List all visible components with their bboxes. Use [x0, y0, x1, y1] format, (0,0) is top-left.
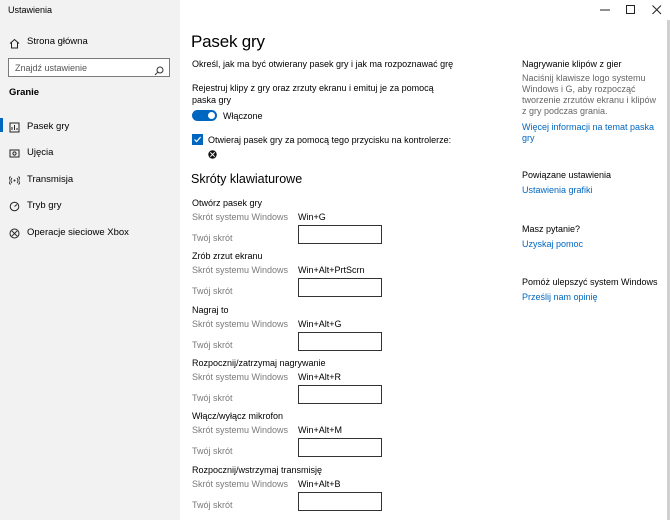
home-label: Strona główna — [27, 36, 88, 47]
sidebar: Strona główna Znajdź ustawienie Granie P… — [0, 0, 180, 520]
sidebar-item-label: Ujęcia — [27, 147, 54, 158]
sidebar-item-label: Tryb gry — [27, 200, 62, 211]
system-shortcut-value: Win+Alt+B — [298, 479, 341, 489]
your-shortcut-label: Twój skrót — [192, 446, 233, 456]
your-shortcut-label: Twój skrót — [192, 340, 233, 350]
shortcut-group: Rozpocznij/wstrzymaj transmisję Skrót sy… — [192, 465, 492, 517]
shortcut-group: Otwórz pasek gry Skrót systemu Windows W… — [192, 198, 492, 250]
record-info-panel: Nagrywanie klipów z gier Naciśnij klawis… — [522, 59, 662, 144]
sidebar-item-game-bar[interactable]: Pasek gry — [0, 117, 180, 135]
your-shortcut-label: Twój skrót — [192, 233, 233, 243]
system-shortcut-label: Skrót systemu Windows — [192, 319, 289, 329]
system-shortcut-label: Skrót systemu Windows — [192, 265, 289, 275]
system-shortcut-value: Win+Alt+G — [298, 319, 342, 329]
system-shortcut-value: Win+Alt+PrtScrn — [298, 265, 365, 275]
system-shortcut-label: Skrót systemu Windows — [192, 212, 289, 222]
game-bar-info-link[interactable]: Więcej informacji na temat paska gry — [522, 122, 662, 144]
your-shortcut-input[interactable] — [298, 278, 382, 297]
section-title: Granie — [9, 87, 40, 98]
related-settings-heading: Powiązane ustawienia — [522, 170, 612, 180]
sidebar-item-label: Pasek gry — [27, 121, 70, 132]
search-icon[interactable] — [154, 63, 164, 81]
page-title: Pasek gry — [191, 32, 265, 51]
shortcut-title: Zrób zrzut ekranu — [192, 251, 263, 261]
system-shortcut-value: Win+Alt+M — [298, 425, 343, 435]
related-settings-panel: Powiązane ustawienia Ustawienia grafiki — [522, 170, 662, 196]
game-bar-icon — [9, 120, 20, 138]
xbox-button-icon — [208, 146, 217, 164]
shortcut-group: Zrób zrzut ekranu Skrót systemu Windows … — [192, 251, 492, 303]
help-panel: Masz pytanie? Uzyskaj pomoc — [522, 224, 662, 250]
game-mode-icon — [9, 199, 20, 217]
shortcut-title: Włącz/wyłącz mikrofon — [192, 411, 284, 421]
graphics-settings-link[interactable]: Ustawienia grafiki — [522, 185, 662, 196]
shortcuts-heading: Skróty klawiaturowe — [191, 172, 303, 186]
sidebar-item-label: Operacje sieciowe Xbox — [27, 227, 129, 238]
shortcut-title: Nagraj to — [192, 305, 229, 315]
sidebar-item-game-mode[interactable]: Tryb gry — [0, 196, 180, 214]
search-input[interactable]: Znajdź ustawienie — [8, 58, 170, 77]
your-shortcut-input[interactable] — [298, 332, 382, 351]
broadcast-icon — [8, 173, 21, 191]
home-nav-item[interactable]: Strona główna — [0, 32, 180, 52]
shortcut-title: Rozpocznij/zatrzymaj nagrywanie — [192, 358, 326, 368]
system-shortcut-label: Skrót systemu Windows — [192, 425, 289, 435]
your-shortcut-label: Twój skrót — [192, 393, 233, 403]
page-description: Określ, jak ma być otwierany pasek gry i… — [192, 59, 454, 69]
feedback-link[interactable]: Prześlij nam opinię — [522, 292, 662, 303]
sidebar-item-label: Transmisja — [27, 174, 74, 185]
shortcut-title: Rozpocznij/wstrzymaj transmisję — [192, 465, 323, 475]
captures-icon — [9, 146, 20, 164]
feedback-panel: Pomóż ulepszyć system Windows Prześlij n… — [522, 277, 662, 303]
your-shortcut-input[interactable] — [298, 438, 382, 457]
your-shortcut-input[interactable] — [298, 385, 382, 404]
get-help-link[interactable]: Uzyskaj pomoc — [522, 239, 662, 250]
help-heading: Masz pytanie? — [522, 224, 581, 234]
your-shortcut-input[interactable] — [298, 225, 382, 244]
controller-checkbox-label: Otwieraj pasek gry za pomocą tego przyci… — [208, 135, 452, 145]
window-title: Ustawienia — [8, 5, 53, 15]
feedback-heading: Pomóż ulepszyć system Windows — [522, 277, 658, 287]
main-content: Pasek gry Określ, jak ma być otwierany p… — [180, 0, 670, 520]
system-shortcut-value: Win+G — [298, 212, 326, 222]
sidebar-item-captures[interactable]: Ujęcia — [0, 143, 180, 161]
shortcut-group: Nagraj to Skrót systemu Windows Win+Alt+… — [192, 305, 492, 357]
xbox-icon — [9, 226, 20, 244]
shortcut-group: Włącz/wyłącz mikrofon Skrót systemu Wind… — [192, 411, 492, 463]
record-toggle[interactable] — [192, 110, 217, 121]
home-icon — [9, 36, 20, 54]
your-shortcut-label: Twój skrót — [192, 286, 233, 296]
sidebar-item-broadcast[interactable]: Transmisja — [0, 170, 180, 188]
system-shortcut-value: Win+Alt+R — [298, 372, 342, 382]
toggle-state-label: Włączone — [223, 111, 263, 121]
your-shortcut-label: Twój skrót — [192, 500, 233, 510]
search-placeholder: Znajdź ustawienie — [15, 63, 88, 73]
shortcut-group: Rozpocznij/zatrzymaj nagrywanie Skrót sy… — [192, 358, 492, 410]
record-setting-label: Rejestruj klipy z gry oraz zrzuty ekranu… — [192, 83, 434, 105]
system-shortcut-label: Skrót systemu Windows — [192, 479, 289, 489]
record-info-text: Naciśnij klawisze logo systemu Windows i… — [522, 73, 657, 116]
record-info-heading: Nagrywanie klipów z gier — [522, 59, 622, 69]
controller-checkbox[interactable] — [192, 134, 203, 145]
your-shortcut-input[interactable] — [298, 492, 382, 511]
shortcut-title: Otwórz pasek gry — [192, 198, 263, 208]
sidebar-item-xbox-networking[interactable]: Operacje sieciowe Xbox — [0, 223, 180, 241]
system-shortcut-label: Skrót systemu Windows — [192, 372, 289, 382]
checkmark-icon — [194, 136, 202, 143]
